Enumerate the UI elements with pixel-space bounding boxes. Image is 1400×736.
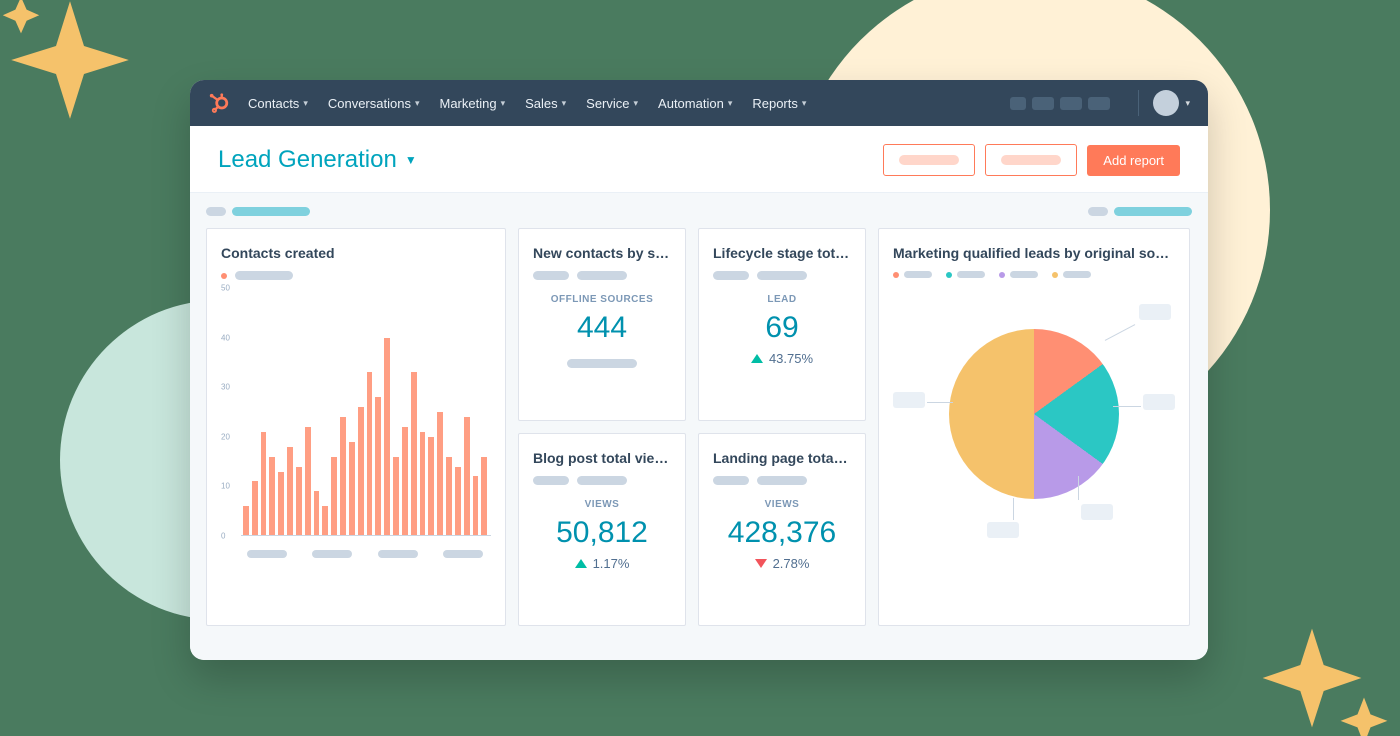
- kpi-label: VIEWS: [713, 499, 851, 510]
- legend-dot-icon: [946, 272, 952, 278]
- dashboard-body: Contacts created 01020304050 New cont: [190, 192, 1208, 660]
- nav-contacts[interactable]: Contacts▾: [248, 96, 308, 111]
- legend-dot-icon: [221, 273, 227, 279]
- top-navbar: Contacts▾ Conversations▾ Marketing▾ Sale…: [190, 80, 1208, 126]
- card-title: Lifecycle stage totals: [713, 245, 851, 261]
- kpi-label: LEAD: [713, 294, 851, 305]
- trend-up-icon: [575, 559, 587, 568]
- nav-divider: [1138, 90, 1139, 116]
- kpi-value: 428,376: [713, 516, 851, 550]
- chevron-down-icon: ▾: [728, 98, 733, 109]
- filter-placeholder: [206, 207, 226, 216]
- header-action-2[interactable]: [985, 144, 1077, 176]
- chevron-down-icon: ▾: [1185, 98, 1190, 109]
- pie-slice-label: [1081, 504, 1113, 520]
- kpi-value: 50,812: [533, 516, 671, 550]
- card-title: New contacts by source: [533, 245, 671, 261]
- nav-marketing[interactable]: Marketing▾: [439, 96, 505, 111]
- kpi-label: VIEWS: [533, 499, 671, 510]
- card-landing-page: Landing page total… VIEWS 428,376 2.78%: [698, 433, 866, 626]
- kpi-delta: 2.78%: [773, 556, 810, 571]
- nav-service[interactable]: Service▾: [586, 96, 638, 111]
- x-tick-placeholder: [312, 550, 352, 558]
- app-window: Contacts▾ Conversations▾ Marketing▾ Sale…: [190, 80, 1208, 660]
- nav-automation[interactable]: Automation▾: [658, 96, 732, 111]
- filter-placeholder: [1114, 207, 1192, 216]
- pie-slice-label: [893, 392, 925, 408]
- card-title: Contacts created: [221, 245, 491, 261]
- chevron-down-icon: ▾: [562, 98, 567, 109]
- hubspot-logo-icon[interactable]: [208, 92, 230, 114]
- filter-placeholder: [1088, 207, 1108, 216]
- caret-down-icon[interactable]: ▼: [405, 153, 417, 167]
- chevron-down-icon: ▾: [802, 98, 807, 109]
- card-new-contacts: New contacts by source OFFLINE SOURCES 4…: [518, 228, 686, 421]
- kpi-label: OFFLINE SOURCES: [533, 294, 671, 305]
- kpi-value: 444: [533, 311, 671, 345]
- card-contacts-created: Contacts created 01020304050: [206, 228, 506, 626]
- legend-dot-icon: [999, 272, 1005, 278]
- sparkle-icon: [0, 0, 140, 130]
- chevron-down-icon: ▾: [303, 98, 308, 109]
- legend-placeholder: [235, 271, 293, 280]
- nav-utility-icons[interactable]: [1010, 97, 1110, 110]
- nav-menu: Contacts▾ Conversations▾ Marketing▾ Sale…: [248, 96, 806, 111]
- x-tick-placeholder: [378, 550, 418, 558]
- kpi-delta: 1.17%: [593, 556, 630, 571]
- sparkle-icon: [1260, 626, 1390, 736]
- nav-conversations[interactable]: Conversations▾: [328, 96, 420, 111]
- pie-slice-label: [1143, 394, 1175, 410]
- page-header: Lead Generation ▼ Add report: [190, 126, 1208, 192]
- card-lifecycle: Lifecycle stage totals LEAD 69 43.75%: [698, 228, 866, 421]
- card-title: Blog post total views: [533, 450, 671, 466]
- card-title: Landing page total…: [713, 450, 851, 466]
- x-tick-placeholder: [247, 550, 287, 558]
- filter-placeholder: [232, 207, 310, 216]
- card-title: Marketing qualified leads by original so…: [893, 245, 1175, 261]
- trend-down-icon: [755, 559, 767, 568]
- chevron-down-icon: ▾: [415, 98, 420, 109]
- mql-pie-chart: [893, 284, 1175, 544]
- add-report-button[interactable]: Add report: [1087, 145, 1180, 176]
- pie-legend: [893, 271, 1175, 278]
- chevron-down-icon: ▾: [634, 98, 639, 109]
- user-avatar[interactable]: [1153, 90, 1179, 116]
- nav-sales[interactable]: Sales▾: [525, 96, 566, 111]
- card-blog-views: Blog post total views VIEWS 50,812 1.17%: [518, 433, 686, 626]
- trend-up-icon: [751, 354, 763, 363]
- legend-dot-icon: [1052, 272, 1058, 278]
- kpi-value: 69: [713, 311, 851, 345]
- chevron-down-icon: ▾: [501, 98, 506, 109]
- nav-reports[interactable]: Reports▾: [752, 96, 806, 111]
- pie-slice-label: [1139, 304, 1171, 320]
- dashboard-title[interactable]: Lead Generation: [218, 146, 397, 174]
- card-mql-pie: Marketing qualified leads by original so…: [878, 228, 1190, 626]
- legend-dot-icon: [893, 272, 899, 278]
- header-action-1[interactable]: [883, 144, 975, 176]
- kpi-delta: 43.75%: [769, 351, 813, 366]
- pie-slice-label: [987, 522, 1019, 538]
- contacts-created-chart: 01020304050: [221, 288, 491, 558]
- x-tick-placeholder: [443, 550, 483, 558]
